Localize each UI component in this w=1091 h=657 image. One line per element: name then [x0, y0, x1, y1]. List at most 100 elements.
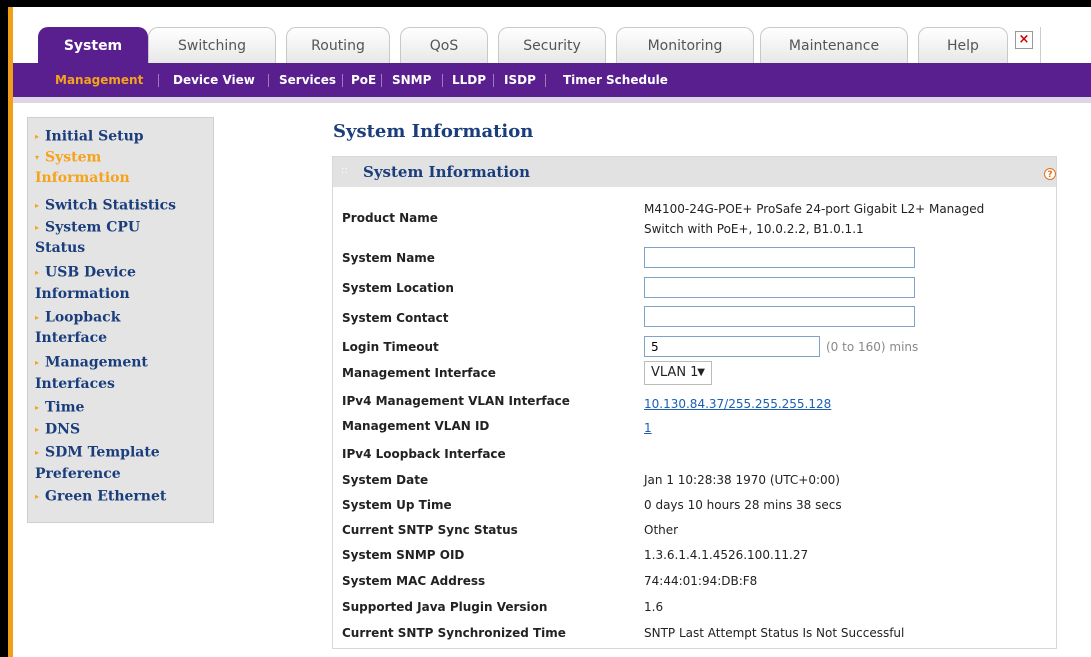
value-system-up-time: 0 days 10 hours 28 mins 38 secs — [644, 498, 842, 512]
sidebar-item-green-ethernet[interactable]: ▸ Green Ethernet — [35, 486, 166, 508]
sidebar-item-loopback-interface[interactable]: ▸ Loopback — [35, 307, 120, 329]
sidebar-item-time[interactable]: ▸ Time — [35, 397, 84, 419]
tab-help[interactable]: Help — [918, 27, 1008, 63]
label-login-timeout: Login Timeout — [342, 340, 439, 354]
sub-navigation: Management Device View Services PoE SNMP… — [13, 63, 1091, 97]
sidebar-item-label: Initial Setup — [45, 128, 144, 145]
sidebar-item-label: Interface — [35, 330, 108, 346]
chevron-down-icon: ▾ — [35, 152, 40, 162]
sidebar-item-label: USB Device — [45, 264, 136, 281]
system-name-input[interactable] — [644, 247, 915, 268]
subnav-timer-schedule[interactable]: Timer Schedule — [563, 63, 668, 97]
chevron-right-icon: ▸ — [35, 491, 40, 501]
sidebar-item-label: System CPU — [45, 219, 141, 236]
subnav-underline — [13, 97, 1091, 103]
sidebar-item-system-cpu-status-cont[interactable]: Status — [35, 238, 85, 259]
label-product-name: Product Name — [342, 211, 438, 225]
sidebar-item-initial-setup[interactable]: ▸ Initial Setup — [35, 126, 144, 148]
tab-maintenance[interactable]: Maintenance — [760, 27, 908, 63]
chevron-right-icon: ▸ — [35, 357, 40, 367]
subnav-separator — [268, 74, 269, 87]
subnav-poe[interactable]: PoE — [351, 63, 376, 97]
sidebar-item-system-cpu-status[interactable]: ▸ System CPU — [35, 217, 140, 239]
chevron-right-icon: ▸ — [35, 200, 40, 210]
help-icon[interactable]: ? — [1044, 168, 1056, 180]
label-system-date: System Date — [342, 473, 429, 487]
subnav-services[interactable]: Services — [279, 63, 336, 97]
subnav-lldp[interactable]: LLDP — [452, 63, 486, 97]
sidebar-item-usb-device-information-cont[interactable]: Information — [35, 284, 130, 305]
sidebar-item-label: Preference — [35, 466, 121, 482]
sidebar-item-label: Green Ethernet — [45, 488, 167, 505]
value-sntp-sync-time: SNTP Last Attempt Status Is Not Successf… — [644, 626, 905, 640]
close-icon[interactable]: × — [1015, 31, 1033, 49]
sidebar-item-label: Loopback — [45, 309, 121, 326]
window-frame-top — [0, 0, 1091, 7]
tab-strip-end — [1040, 27, 1091, 63]
panel-header: :: System Information ? — [333, 157, 1056, 187]
system-location-input[interactable] — [644, 277, 915, 298]
sidebar-item-label: Information — [35, 286, 130, 302]
label-java-plugin: Supported Java Plugin Version — [342, 600, 548, 614]
value-system-date: Jan 1 10:28:38 1970 (UTC+0:00) — [644, 473, 840, 487]
sidebar-item-sdm-template-preference-cont[interactable]: Preference — [35, 464, 121, 485]
tab-security[interactable]: Security — [498, 27, 606, 63]
value-product-name-line2: Switch with PoE+, 10.0.2.2, B1.0.1.1 — [644, 222, 864, 236]
ipv4-mgmt-vlan-interface-link[interactable]: 10.130.84.37/255.255.255.128 — [644, 397, 831, 411]
subnav-separator — [158, 74, 159, 87]
label-management-vlan-id: Management VLAN ID — [342, 419, 490, 433]
sidebar-item-label: Status — [35, 240, 86, 256]
management-vlan-id-link[interactable]: 1 — [644, 421, 652, 435]
system-contact-input[interactable] — [644, 306, 915, 327]
label-management-interface: Management Interface — [342, 366, 496, 380]
sidebar-item-sdm-template-preference[interactable]: ▸ SDM Template — [35, 442, 160, 464]
subnav-isdp[interactable]: ISDP — [504, 63, 536, 97]
sidebar-item-dns[interactable]: ▸ DNS — [35, 419, 80, 441]
label-system-up-time: System Up Time — [342, 498, 452, 512]
label-system-location: System Location — [342, 281, 454, 295]
subnav-management[interactable]: Management — [55, 63, 143, 97]
subnav-separator — [545, 74, 546, 87]
sidebar-item-label: Information — [35, 170, 130, 186]
sidebar-item-label: Switch Statistics — [45, 197, 177, 214]
value-sntp-sync-status: Other — [644, 523, 679, 537]
sidebar-item-label: Interfaces — [35, 376, 115, 392]
management-interface-value: VLAN 1 — [651, 365, 699, 380]
value-java-plugin: 1.6 — [644, 600, 664, 614]
tab-monitoring[interactable]: Monitoring — [616, 27, 754, 63]
sidebar-item-loopback-interface-cont[interactable]: Interface — [35, 328, 107, 349]
subnav-device-view[interactable]: Device View — [173, 63, 255, 97]
sidebar-item-label: DNS — [45, 421, 81, 438]
subnav-separator — [342, 74, 343, 87]
sidebar-item-label: Management — [45, 354, 148, 371]
chevron-right-icon: ▸ — [35, 447, 40, 457]
drag-grip-icon: :: — [341, 165, 348, 176]
sidebar-item-system-information-cont[interactable]: Information — [35, 168, 130, 189]
subnav-snmp[interactable]: SNMP — [392, 63, 431, 97]
tab-switching[interactable]: Switching — [148, 27, 276, 63]
window-frame-left — [0, 0, 8, 657]
management-interface-select[interactable]: VLAN 1 ▼ — [644, 361, 712, 385]
label-ipv4-mgmt-vlan-interface: IPv4 Management VLAN Interface — [342, 394, 570, 408]
sidebar-item-switch-statistics[interactable]: ▸ Switch Statistics — [35, 195, 176, 217]
tab-system[interactable]: System — [38, 27, 148, 63]
tab-routing[interactable]: Routing — [286, 27, 390, 63]
label-system-contact: System Contact — [342, 311, 449, 325]
panel-title: System Information — [363, 163, 530, 181]
sidebar-item-management-interfaces-cont[interactable]: Interfaces — [35, 374, 115, 395]
sidebar-item-system-information[interactable]: ▾ System — [35, 147, 101, 169]
chevron-right-icon: ▸ — [35, 222, 40, 232]
chevron-right-icon: ▸ — [35, 267, 40, 277]
sidebar-item-label: System — [45, 149, 102, 166]
tab-qos[interactable]: QoS — [400, 27, 488, 63]
sidebar-item-usb-device-information[interactable]: ▸ USB Device — [35, 262, 136, 284]
label-snmp-oid: System SNMP OID — [342, 548, 465, 562]
value-snmp-oid: 1.3.6.1.4.1.4526.100.11.27 — [644, 548, 809, 562]
chevron-right-icon: ▸ — [35, 424, 40, 434]
label-sntp-sync-time: Current SNTP Synchronized Time — [342, 626, 566, 640]
accent-bar — [8, 7, 13, 657]
subnav-separator — [381, 74, 382, 87]
login-timeout-range: (0 to 160) mins — [826, 340, 919, 354]
login-timeout-input[interactable] — [644, 336, 820, 357]
sidebar-item-management-interfaces[interactable]: ▸ Management — [35, 352, 148, 374]
